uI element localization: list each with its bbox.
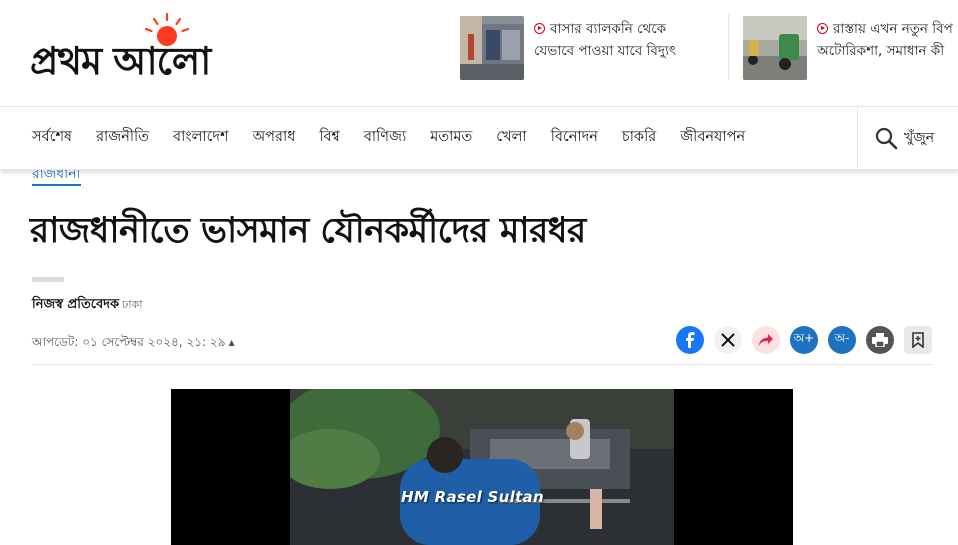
divider	[32, 277, 64, 282]
article-headline: রাজধানীতে ভাসমান যৌনকর্মীদের মারধর	[30, 211, 586, 251]
video-watermark: HM Rasel Sultan	[401, 488, 544, 506]
site-logo[interactable]: প্রথম আলো	[30, 10, 305, 83]
sort-arrows-icon[interactable]: ▲	[229, 338, 235, 347]
nav-menu: সর্বশেষ রাজনীতি বাংলাদেশ অপরাধ বিশ্ব বাণ…	[32, 107, 769, 169]
nav-item-entertainment[interactable]: বিনোদন	[551, 126, 598, 150]
print-icon	[872, 333, 888, 347]
nav-item-jobs[interactable]: চাকরি	[622, 126, 656, 150]
divider	[32, 364, 933, 365]
video-play-icon	[534, 23, 545, 34]
facebook-icon	[686, 332, 695, 348]
bookmark-button[interactable]	[904, 326, 932, 354]
update-text: আপডেট: ০১ সেপ্টেম্বর ২০২৪, ২১: ২৯	[32, 335, 226, 349]
facebook-share-button[interactable]	[676, 326, 704, 354]
video-play-icon	[817, 23, 828, 34]
promo-title-line2: অটোরিকশা, সমাধান কী	[817, 43, 945, 59]
main-nav: সর্বশেষ রাজনীতি বাংলাদেশ অপরাধ বিশ্ব বাণ…	[0, 106, 958, 170]
bookmark-icon	[912, 332, 924, 348]
promo-thumbnail[interactable]	[743, 16, 807, 80]
byline: নিজস্ব প্রতিবেদক ঢাকা	[32, 295, 142, 316]
font-decrease-button[interactable]: অ-	[828, 326, 856, 354]
x-icon	[721, 333, 735, 347]
promo-title-line1: বাসার ব্যালকনি থেকে	[550, 21, 667, 37]
author-location: ঢাকা	[122, 298, 143, 311]
promo-story-2[interactable]: রাস্তায় এখন নতুন বিপ অটোরিকশা, সমাধান ক…	[743, 16, 953, 80]
nav-item-bangladesh[interactable]: বাংলাদেশ	[173, 126, 229, 150]
divider	[728, 14, 729, 80]
nav-item-latest[interactable]: সর্বশেষ	[32, 126, 72, 150]
search-button[interactable]: খুঁজুন	[857, 107, 958, 169]
share-toolbar: অ+ অ-	[676, 326, 942, 354]
search-icon	[875, 127, 898, 150]
font-increase-button[interactable]: অ+	[790, 326, 818, 354]
nav-item-business[interactable]: বাণিজ্য	[364, 126, 406, 150]
logo-wordmark: প্রথম আলো	[30, 38, 211, 83]
promo-title-line2: যেভাবে পাওয়া যাবে বিদ্যুৎ	[534, 43, 677, 59]
nav-item-lifestyle[interactable]: জীবনযাপন	[680, 126, 745, 150]
print-button[interactable]	[866, 326, 894, 354]
search-label: খুঁজুন	[904, 130, 935, 146]
article-video[interactable]: HM Rasel Sultan	[171, 389, 793, 545]
update-timestamp: আপডেট: ০১ সেপ্টেম্বর ২০২৪, ২১: ২৯ ▲	[32, 334, 235, 354]
nav-item-sports[interactable]: খেলা	[496, 126, 526, 150]
nav-item-opinion[interactable]: মতামত	[430, 126, 472, 150]
video-frame	[290, 389, 674, 545]
author-name[interactable]: নিজস্ব প্রতিবেদক	[32, 297, 119, 312]
share-button[interactable]	[752, 326, 780, 354]
nav-item-politics[interactable]: রাজনীতি	[96, 126, 149, 150]
promo-thumbnail[interactable]	[460, 16, 524, 80]
share-arrow-icon	[759, 334, 773, 346]
promo-title-line1: রাস্তায় এখন নতুন বিপ	[833, 21, 953, 37]
promo-story-1[interactable]: বাসার ব্যালকনি থেকে যেভাবে পাওয়া যাবে ব…	[460, 16, 676, 80]
nav-item-crime[interactable]: অপরাধ	[253, 126, 296, 150]
x-share-button[interactable]	[714, 326, 742, 354]
site-header: প্রথম আলো বাসার ব্যালকনি থেকে যেভাবে পাও…	[0, 0, 958, 106]
nav-item-world[interactable]: বিশ্ব	[319, 126, 340, 150]
